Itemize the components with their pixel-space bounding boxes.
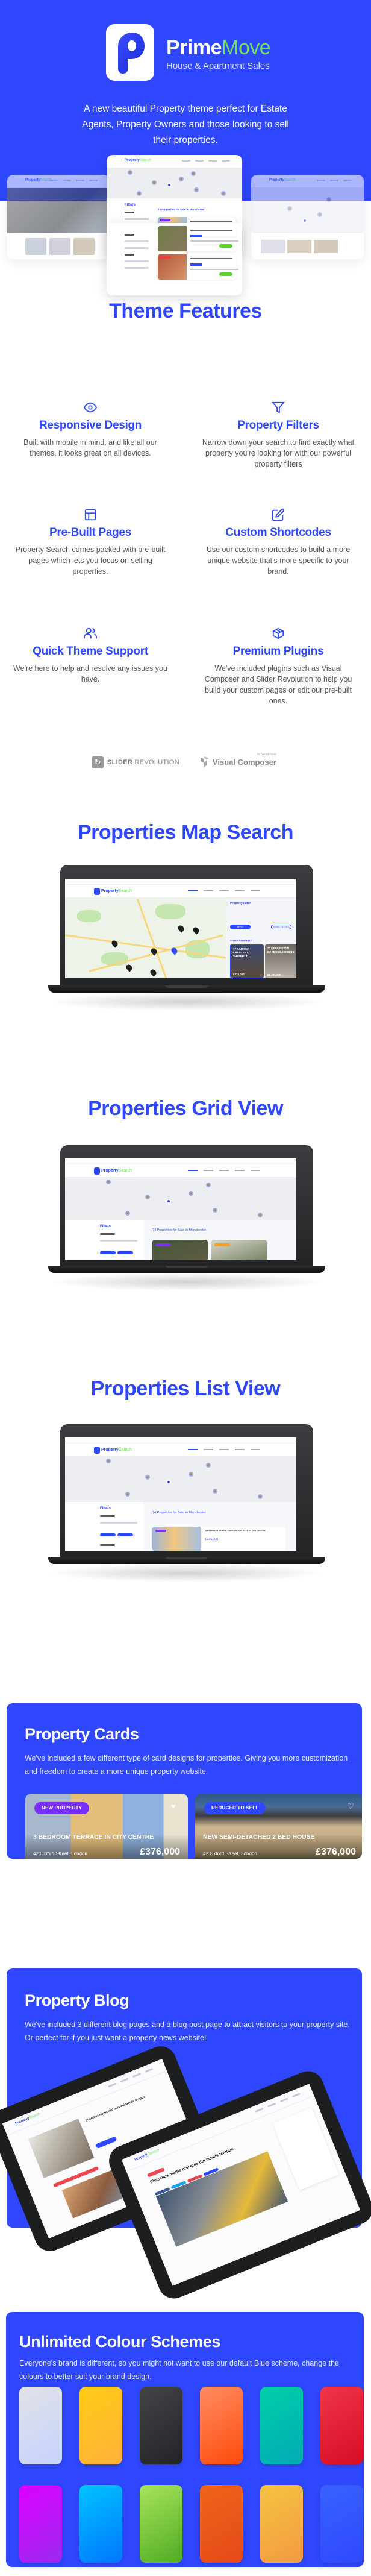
- grid-view-title: Properties Grid View: [88, 1097, 283, 1120]
- property-blog-title: Property Blog: [25, 1991, 129, 2009]
- mock-homepage-screen: PropertySearch: [7, 175, 110, 259]
- colour-swatch[interactable]: [200, 2387, 243, 2464]
- feature-text: Narrow down your search to find exactly …: [202, 438, 355, 468]
- map-search-title: Properties Map Search: [78, 821, 293, 844]
- brand-name: PrimeMove: [166, 36, 271, 59]
- feature-property-filters: Property Filters Narrow down your search…: [194, 401, 363, 470]
- primemove-logo: [106, 24, 154, 81]
- laptop-list-view: PropertySearch Filters 74 Properties for…: [48, 1424, 325, 1623]
- map-result-card[interactable]: 17 BARKING CRESCENT, SHEFFIELD £415,000: [230, 944, 264, 978]
- feature-title: Responsive Design: [39, 419, 142, 432]
- colour-swatch[interactable]: [260, 2387, 303, 2464]
- box-icon: [272, 627, 284, 639]
- colour-schemes-description: Everyone's brand is different, so you mi…: [19, 2359, 339, 2381]
- feature-text: Built with mobile in mind, and like all …: [23, 438, 157, 457]
- edit-icon: [272, 508, 285, 521]
- colour-swatch[interactable]: [140, 2387, 182, 2464]
- p-logo-icon: [118, 33, 145, 74]
- feature-responsive-design: Responsive Design Built with mobile in m…: [6, 401, 175, 459]
- grid-property-card[interactable]: SPACIOUS MODERN DETACHED HOUSE£415,000: [211, 1240, 267, 1260]
- list-view-title: Properties List View: [90, 1377, 281, 1400]
- map-search-display: PropertySearch Property Filter APPLY MOR…: [65, 879, 296, 978]
- plugin-logos: ↻ SLIDER REVOLUTION for WordPress Visual …: [0, 753, 371, 771]
- colour-swatch[interactable]: [19, 2387, 62, 2464]
- apply-button[interactable]: APPLY: [230, 925, 251, 929]
- visual-composer-logo: for WordPress Visual Composer: [201, 753, 276, 767]
- colour-swatch[interactable]: [200, 2485, 243, 2563]
- feature-premium-plugins: Premium Plugins We've included plugins s…: [194, 627, 363, 706]
- list-view-display: PropertySearch Filters 74 Properties for…: [65, 1437, 296, 1551]
- property-cards-description: We've included a few different type of c…: [25, 1754, 348, 1776]
- feature-title: Pre-Built Pages: [49, 526, 131, 539]
- property-title: 3 BEDROOM TERRACE IN CITY CENTRE: [33, 1833, 154, 1841]
- feature-text: Use our custom shortcodes to build a mor…: [206, 545, 351, 576]
- colour-swatch[interactable]: [320, 2485, 363, 2563]
- feature-custom-shortcodes: Custom Shortcodes Use our custom shortco…: [194, 508, 363, 577]
- hero-image: [7, 188, 110, 233]
- page: PrimeMove House & Apartment Sales A new …: [0, 0, 371, 2576]
- feature-quick-theme-support: Quick Theme Support We're here to help a…: [6, 627, 175, 685]
- grid-view-display: PropertySearch Filters 74 Properties for…: [65, 1158, 296, 1260]
- property-address: 42 Oxford Street, London: [33, 1851, 87, 1856]
- property-card[interactable]: NEW PROPERTY ♥ 3 BEDROOM TERRACE IN CITY…: [25, 1794, 188, 1859]
- colour-swatch[interactable]: [80, 2485, 122, 2563]
- colour-swatch[interactable]: [80, 2387, 122, 2464]
- feature-title: Custom Shortcodes: [225, 526, 331, 539]
- property-title: NEW SEMI-DETACHED 2 BED HOUSE: [203, 1833, 315, 1841]
- feature-title: Quick Theme Support: [33, 645, 148, 658]
- laptop-map-search: PropertySearch Property Filter APPLY MOR…: [48, 865, 325, 1058]
- feature-text: Property Search comes packed with pre-bu…: [15, 545, 166, 576]
- colour-schemes-section: Unlimited Colour Schemes Everyone's bran…: [6, 2312, 364, 2567]
- eye-icon: [84, 402, 97, 413]
- colour-swatch[interactable]: [140, 2485, 182, 2563]
- feature-text: We've included plugins such as Visual Co…: [204, 664, 352, 705]
- colour-schemes-title: Unlimited Colour Schemes: [19, 2333, 220, 2351]
- property-badge: NEW PROPERTY: [34, 1802, 90, 1814]
- slider-revolution-logo: ↻ SLIDER REVOLUTION: [92, 756, 179, 768]
- map-sidebar: Property Filter APPLY MORE FILTERS Searc…: [226, 898, 296, 978]
- heart-outline-icon[interactable]: ♡: [347, 1802, 355, 1811]
- grey-map: [65, 1457, 296, 1502]
- map-result-card[interactable]: 27 KENSINGTON GARDENS, LONDON £3,465,000: [265, 944, 296, 978]
- property-blog-description: We've included 3 different blog pages an…: [25, 2020, 350, 2042]
- colour-swatch[interactable]: [260, 2485, 303, 2563]
- features-title: Theme Features: [109, 300, 262, 322]
- property-cards-section: Property Cards We've included a few diff…: [7, 1703, 362, 1859]
- feature-title: Premium Plugins: [232, 645, 324, 658]
- heart-icon[interactable]: ♥: [171, 1802, 179, 1811]
- users-icon: [84, 627, 97, 639]
- feature-title: Property Filters: [237, 419, 319, 432]
- hero-description: A new beautiful Property theme perfect f…: [82, 104, 289, 145]
- street-map: [65, 898, 226, 978]
- property-card[interactable]: REDUCED TO SELL ♡ NEW SEMI-DETACHED 2 BE…: [195, 1794, 362, 1859]
- layout-icon: [84, 509, 96, 521]
- laptop-grid-view: PropertySearch Filters 74 Properties for…: [48, 1145, 325, 1338]
- grid-property-card[interactable]: 3 BEDROOM TERRACE IN CITY CENTRE£376,000: [152, 1240, 208, 1260]
- property-address: 42 Oxford Street, London: [203, 1851, 257, 1856]
- property-price: £376,000: [316, 1847, 356, 1857]
- feature-text: We're here to help and resolve any issue…: [13, 664, 167, 683]
- list-property-row[interactable]: 3 BEDROOM TERRACE HOUSE FOR SALE IN CITY…: [152, 1527, 286, 1551]
- property-price: £376,000: [140, 1847, 180, 1857]
- colour-swatch[interactable]: [19, 2485, 62, 2563]
- more-filters-button[interactable]: MORE FILTERS: [271, 925, 292, 929]
- grey-map: [65, 1178, 296, 1220]
- visual-composer-icon: [201, 756, 209, 767]
- feature-pre-built-pages: Pre-Built Pages Property Search comes pa…: [6, 508, 175, 577]
- colour-swatch[interactable]: [320, 2387, 363, 2464]
- brand: PrimeMove House & Apartment Sales: [166, 36, 271, 71]
- property-cards-title: Property Cards: [25, 1725, 139, 1743]
- filter-icon: [272, 401, 285, 413]
- property-badge: REDUCED TO SELL: [204, 1802, 266, 1814]
- mock-listing-screen-lower: [107, 223, 242, 295]
- mock-map-screen: PropertySearch: [251, 175, 364, 259]
- brand-tagline: House & Apartment Sales: [166, 61, 270, 71]
- refresh-icon: ↻: [92, 756, 104, 768]
